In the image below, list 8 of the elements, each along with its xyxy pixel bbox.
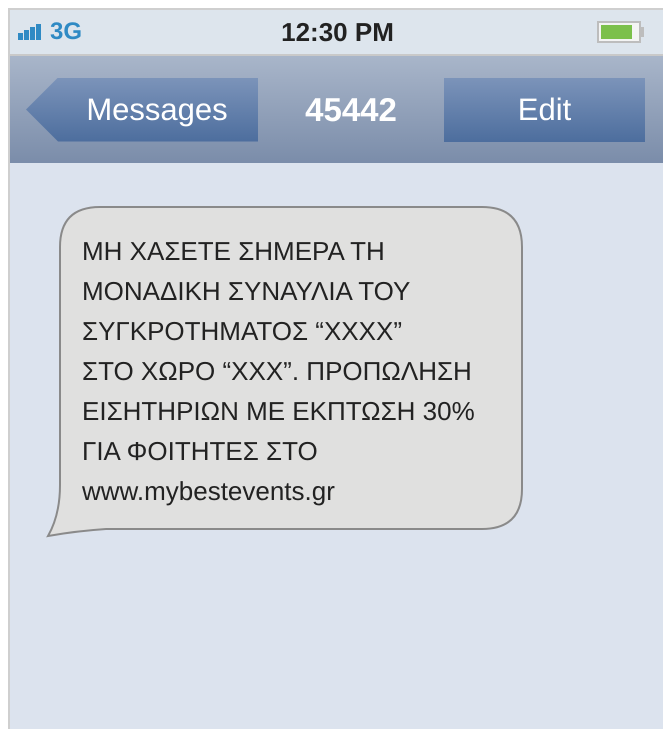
edit-button[interactable]: Edit (444, 78, 645, 142)
network-label: 3G (50, 18, 82, 46)
message-text: ΜΗ ΧΑΣΕΤΕ ΣΗΜΕΡΑ ΤΗ ΜΟΝΑΔΙΚΗ ΣΥΝΑΥΛΙΑ ΤΟΥ ΣΥΓΚΡΟΤΗΜΑΤΟΣ “XXXX” ΣΤΟ ΧΩΡΟ “XXX”. ΠΡΟΠΩΛΗΣΗ ΕΙΣΗΤΗΡΙΩΝ ΜΕ ΕΚΠΤΩΣΗ 30% ΓΙΑ ΦΟΙΤΗΤΕΣ ΣΤΟ www.mybestevents.gr (82, 235, 476, 508)
status-time: 12:30 PM (280, 16, 395, 48)
conversation-title: 45442 (304, 90, 398, 128)
battery-icon (597, 21, 645, 43)
signal-icon (18, 23, 42, 41)
back-button[interactable]: Messages (26, 78, 258, 142)
